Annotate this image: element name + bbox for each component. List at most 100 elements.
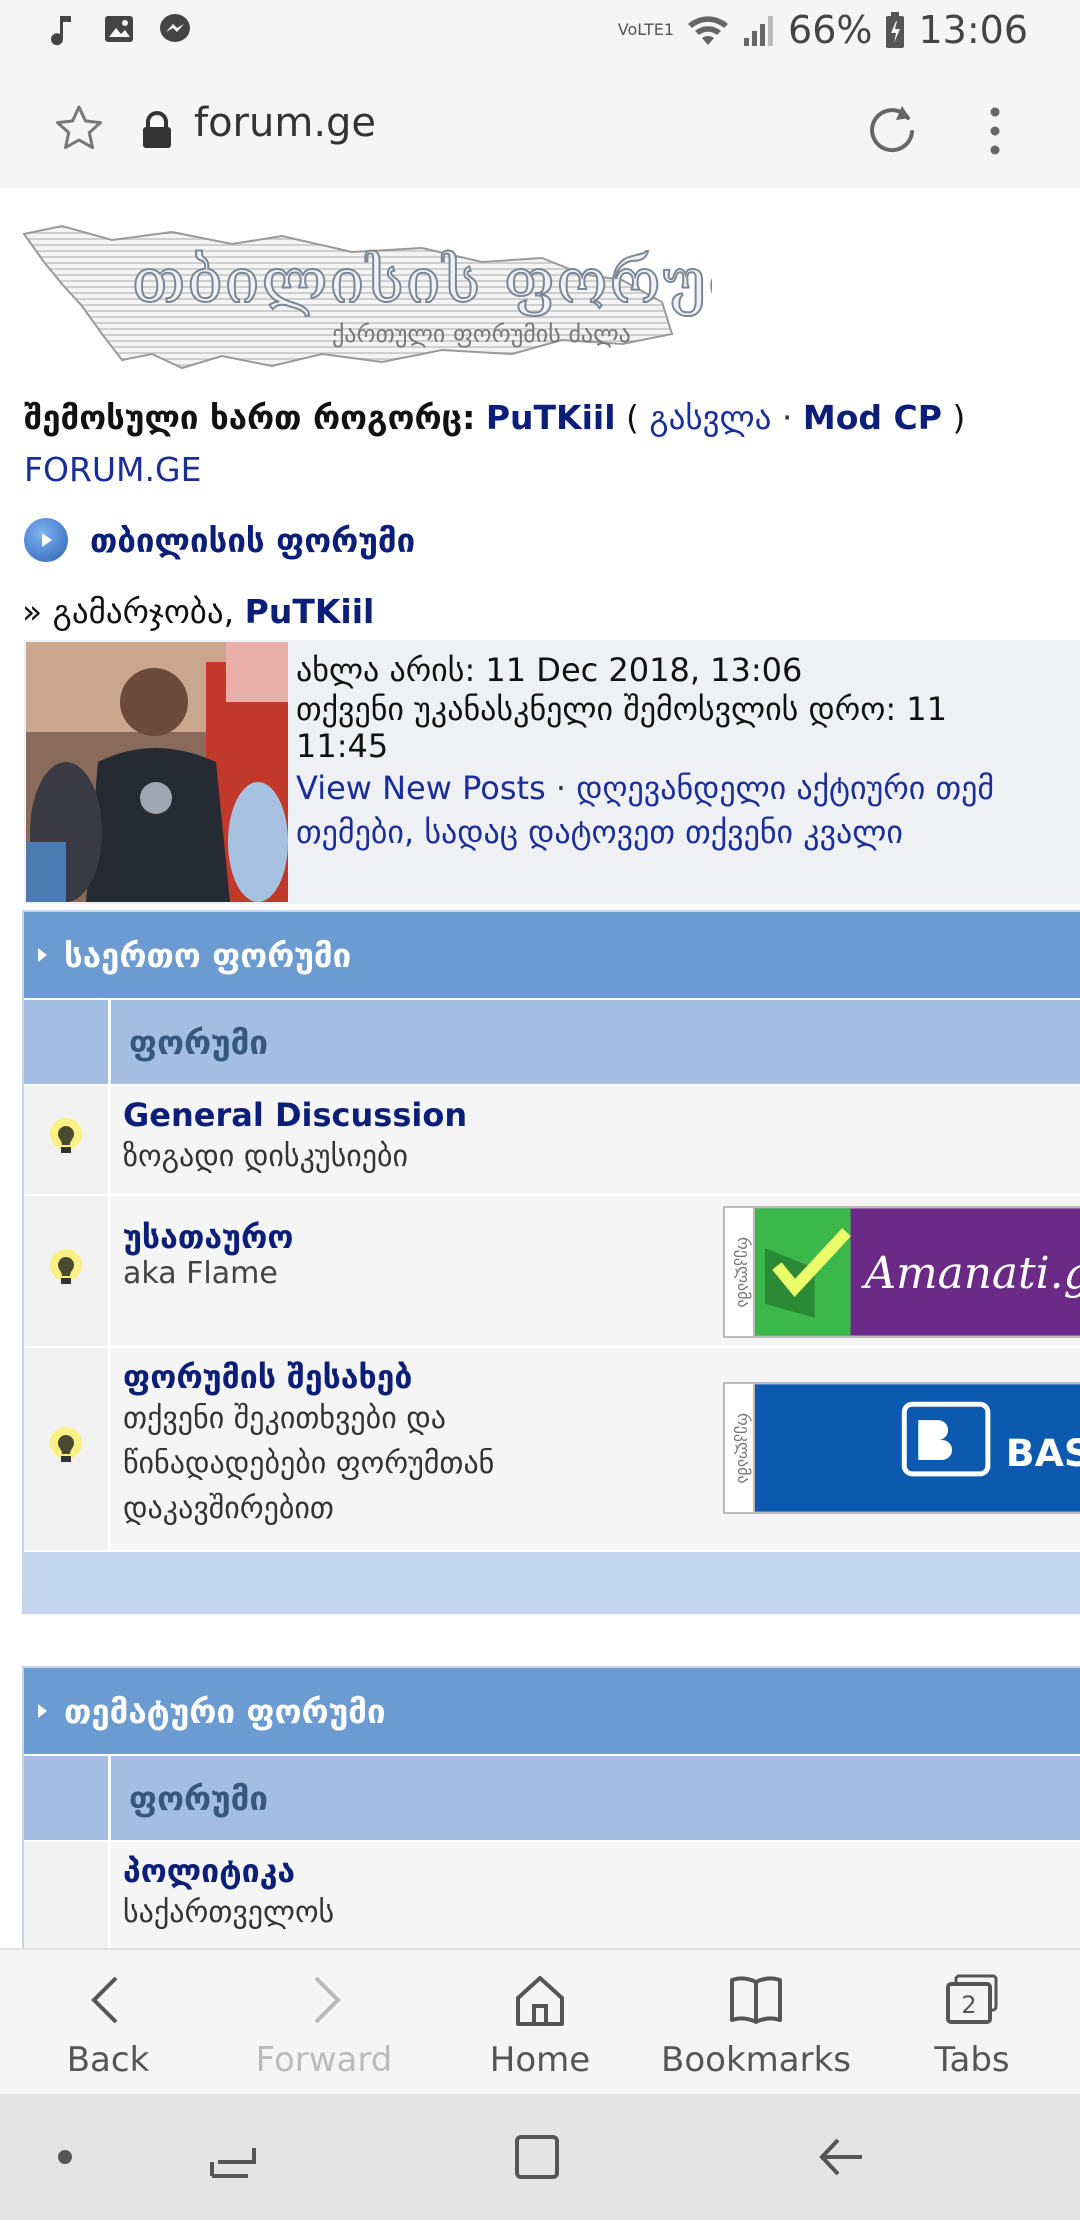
music-note-icon xyxy=(51,16,71,46)
tabs-icon: 2 xyxy=(946,1974,998,2024)
advertisement-banner[interactable]: რეკლამა BASIS xyxy=(723,1382,1080,1514)
gallery-icon xyxy=(105,16,133,42)
nav-bullet-icon xyxy=(24,518,68,562)
browser-toolbar: forum.ge xyxy=(0,64,1080,188)
welcome-panel: ახლა არის: 11 Dec 2018, 13:06 თქვენი უკა… xyxy=(24,640,1080,904)
forum-status-bulb-icon xyxy=(24,1086,111,1194)
lock-icon xyxy=(143,111,171,148)
forum-description: ზოგადი დისკუსიები xyxy=(123,1139,409,1174)
signal-icon xyxy=(744,16,774,46)
logout-link[interactable]: გასვლა xyxy=(649,398,771,437)
georgia-map-logo: თბილისის ფორუმი ქართული ფორუმის ძალა xyxy=(22,224,782,370)
category-title: საერთო ფორუმი xyxy=(64,935,352,975)
battery-icon xyxy=(886,12,905,48)
ad-brand-text: Amanati.ge xyxy=(860,1248,1080,1299)
forum-status-bulb-icon xyxy=(24,1348,111,1550)
nav-dot-icon[interactable] xyxy=(56,2148,74,2166)
expand-arrow-icon xyxy=(38,948,47,962)
advertisement-banner[interactable]: რეკლამა Amanati.ge xyxy=(723,1206,1080,1338)
forum-row: უსათაურო aka Flame რეკლამა Amanati.ge xyxy=(24,1196,1080,1348)
forum-body: General Discussion ზოგადი დისკუსიები xyxy=(111,1086,1080,1194)
greeting: » გამარჯობა, PuTKiil xyxy=(22,592,374,631)
separator-dot: · xyxy=(555,769,567,807)
paren-open: ( xyxy=(626,398,639,437)
my-topics-link[interactable]: თემები, სადაც დატოვეთ თქვენი კვალი xyxy=(296,810,994,854)
bookmarks-button[interactable]: Bookmarks xyxy=(648,1950,864,2096)
site-home-link[interactable]: FORUM.GE xyxy=(24,450,201,489)
view-new-posts-link[interactable]: View New Posts xyxy=(296,769,546,807)
status-bar: VoLTE1 66% 13:06 xyxy=(0,0,1080,64)
username-link[interactable]: PuTKiil xyxy=(486,398,616,437)
forum-title-link[interactable]: პოლიტიკა xyxy=(123,1852,1080,1890)
ad-brand-text: BASIS xyxy=(1006,1431,1080,1475)
url-field[interactable]: forum.ge xyxy=(194,100,376,146)
forum-body: უსათაურო aka Flame რეკლამა Amanati.ge xyxy=(111,1196,1080,1346)
expand-arrow-icon xyxy=(38,1704,47,1718)
category-footer xyxy=(24,1552,1080,1612)
category-general: საერთო ფორუმი ფორუმი General Discussion … xyxy=(22,910,1080,1614)
tabs-count: 2 xyxy=(961,1991,976,2019)
bookmarks-book-icon xyxy=(730,1976,782,2024)
forum-status-bulb-icon xyxy=(24,1196,111,1346)
forum-body: პოლიტიკა საქართველოს xyxy=(111,1842,1080,1948)
welcome-text: ახლა არის: 11 Dec 2018, 13:06 თქვენი უკა… xyxy=(296,648,994,854)
ad-side-label: რეკლამა xyxy=(725,1384,755,1512)
logo-title: თბილისის ფორუმი xyxy=(132,244,712,317)
home-label: Home xyxy=(489,2040,591,2080)
breadcrumb-forum-link[interactable]: თბილისის ფორუმი xyxy=(90,521,415,560)
forward-button[interactable]: Forward xyxy=(216,1950,432,2096)
tabs-button[interactable]: 2 Tabs xyxy=(864,1950,1080,2096)
back-label: Back xyxy=(66,2040,150,2080)
current-time-text: ახლა არის: 11 Dec 2018, 13:06 xyxy=(296,651,803,689)
forum-column-header: ფორუმი xyxy=(111,1756,1080,1840)
separator-dot: · xyxy=(781,398,793,437)
messenger-icon xyxy=(160,14,190,42)
login-status: შემოსული ხართ როგორც: PuTKiil ( გასვლა ·… xyxy=(24,398,965,437)
last-visit-time: 11:45 xyxy=(296,727,389,765)
system-back-icon[interactable] xyxy=(814,2132,868,2182)
system-navigation-bar xyxy=(0,2094,1080,2220)
forum-row: პოლიტიკა საქართველოს xyxy=(24,1842,1080,1948)
last-visit-text: თქვენი უკანასკნელი შემოსვლის დრო: 11 xyxy=(296,690,948,728)
forward-label: Forward xyxy=(255,2040,393,2080)
modcp-link[interactable]: Mod CP xyxy=(803,398,942,437)
column-header-row: ფორუმი xyxy=(24,1000,1080,1086)
home-square-icon[interactable] xyxy=(512,2132,562,2182)
back-button[interactable]: Back xyxy=(0,1950,216,2096)
category-header[interactable]: თემატური ფორუმი xyxy=(24,1668,1080,1756)
more-menu-icon[interactable] xyxy=(980,104,1010,158)
forward-arrow-icon xyxy=(314,1976,341,2024)
icon-column-header xyxy=(24,1756,111,1840)
tabs-label: Tabs xyxy=(934,2040,1010,2080)
category-title: თემატური ფორუმი xyxy=(64,1691,386,1731)
forum-column-header: ფორუმი xyxy=(111,1000,1080,1084)
browser-bottom-bar: Back Forward Home Bookmarks 2 Tabs xyxy=(0,1948,1080,2096)
forum-body: ფორუმის შესახებ თქვენი შეკითხვები და წინ… xyxy=(111,1348,1080,1550)
home-button[interactable]: Home xyxy=(432,1950,648,2096)
breadcrumb: თბილისის ფორუმი xyxy=(24,518,415,562)
recent-apps-icon[interactable] xyxy=(208,2132,258,2182)
clock: 13:06 xyxy=(918,8,1028,52)
login-prefix: შემოსული ხართ როგორც: xyxy=(24,398,476,437)
icon-column-header xyxy=(24,1000,111,1084)
forum-row: General Discussion ზოგადი დისკუსიები xyxy=(24,1086,1080,1196)
reload-icon[interactable] xyxy=(862,98,922,158)
home-icon xyxy=(516,1976,564,2026)
quick-links: View New Posts · დღევანდელი აქტიური თემ xyxy=(296,766,994,810)
category-header[interactable]: საერთო ფორუმი xyxy=(24,912,1080,1000)
bookmarks-label: Bookmarks xyxy=(661,2040,851,2080)
avatar[interactable] xyxy=(26,642,288,902)
back-arrow-icon xyxy=(91,1976,118,2024)
wifi-icon xyxy=(688,16,729,45)
forum-title-link[interactable]: General Discussion xyxy=(123,1096,1080,1134)
column-header-row: ფორუმი xyxy=(24,1756,1080,1842)
ad-side-label: რეკლამა xyxy=(725,1208,755,1336)
greeting-username[interactable]: PuTKiil xyxy=(245,592,375,631)
bookmark-star-icon[interactable] xyxy=(52,102,106,156)
category-thematic: თემატური ფორუმი ფორუმი პოლიტიკა საქართვე… xyxy=(22,1666,1080,1948)
site-logo[interactable]: თბილისის ფორუმი ქართული ფორუმის ძალა xyxy=(22,214,782,384)
forum-row: ფორუმის შესახებ თქვენი შეკითხვები და წინ… xyxy=(24,1348,1080,1552)
logo-subtitle: ქართული ფორუმის ძალა xyxy=(332,320,631,348)
today-active-topics-link[interactable]: დღევანდელი აქტიური თემ xyxy=(576,769,994,807)
page-content: თბილისის ფორუმი ქართული ფორუმის ძალა შემ… xyxy=(0,188,1080,1948)
